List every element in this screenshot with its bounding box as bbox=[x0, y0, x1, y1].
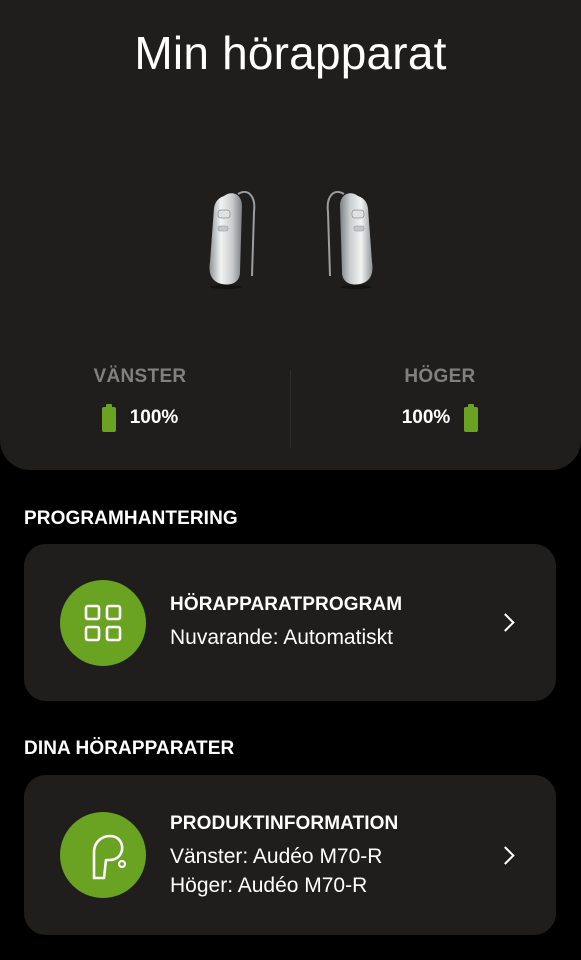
card-title: HÖRAPPARATPROGRAM bbox=[170, 594, 403, 615]
right-side-label: HÖGER bbox=[404, 366, 476, 387]
battery-icon bbox=[464, 404, 479, 432]
current-program-text: Nuvarande: Automatiskt bbox=[170, 626, 393, 649]
section-heading-devices: DINA HÖRAPPARATER bbox=[24, 738, 235, 759]
right-device-model: Höger: Audéo M70-R bbox=[170, 874, 368, 897]
device-overview-panel: Min hörapparat VÄNSTER 100% HÖGER 100% bbox=[0, 0, 581, 470]
left-battery-percent: 100% bbox=[129, 407, 179, 428]
right-hearing-aid-image bbox=[326, 191, 373, 289]
page-title: Min hörapparat bbox=[134, 27, 447, 79]
left-device-status: VÄNSTER 100% bbox=[40, 366, 240, 432]
left-side-label: VÄNSTER bbox=[93, 366, 187, 387]
left-hearing-aid-image bbox=[209, 191, 256, 289]
battery-icon bbox=[101, 404, 116, 432]
section-heading-programs: PROGRAMHANTERING bbox=[24, 508, 238, 529]
grid-icon bbox=[60, 580, 146, 666]
hearing-aid-icon bbox=[60, 812, 146, 898]
chevron-right-icon bbox=[496, 613, 515, 632]
hearing-aid-programs-card[interactable]: HÖRAPPARATPROGRAM Nuvarande: Automatiskt bbox=[24, 544, 556, 701]
divider bbox=[290, 370, 291, 448]
chevron-right-icon bbox=[496, 846, 515, 865]
product-information-card[interactable]: PRODUKTINFORMATION Vänster: Audéo M70-R … bbox=[24, 775, 556, 935]
card-title: PRODUKTINFORMATION bbox=[170, 813, 399, 834]
left-device-model: Vänster: Audéo M70-R bbox=[170, 845, 383, 868]
right-device-status: HÖGER 100% bbox=[340, 366, 540, 432]
right-battery-percent: 100% bbox=[401, 407, 451, 428]
